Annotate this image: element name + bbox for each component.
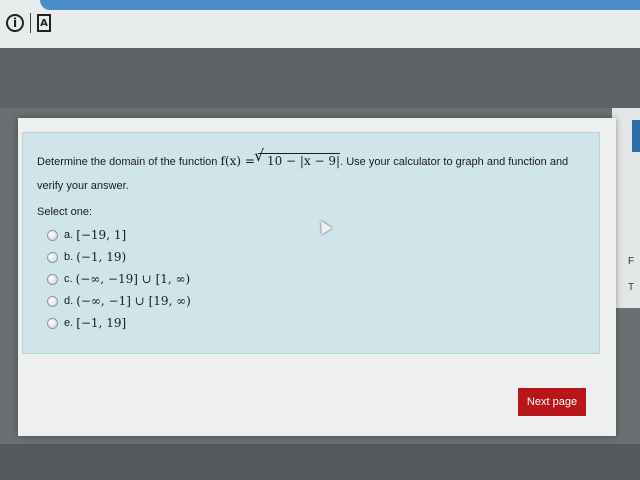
top-bar: i A bbox=[0, 0, 640, 49]
option-letter: a. bbox=[64, 229, 74, 241]
toolbar-icons: i A bbox=[6, 12, 51, 34]
side-panel-text-1: F bbox=[628, 256, 635, 267]
header-band bbox=[0, 48, 640, 108]
option-d[interactable]: d. (−∞, −1] ∪ [19, ∞) bbox=[47, 290, 585, 312]
next-page-button[interactable]: Next page bbox=[518, 388, 586, 416]
question-card: Determine the domain of the function f(x… bbox=[18, 118, 616, 436]
question-text-before: Determine the domain of the function bbox=[37, 156, 218, 168]
radio-button-d[interactable] bbox=[47, 295, 58, 307]
radio-button-a[interactable] bbox=[47, 229, 58, 241]
option-value: [−19, 1] bbox=[76, 228, 127, 242]
toolbar-divider bbox=[30, 13, 31, 33]
radio-button-c[interactable] bbox=[47, 273, 58, 285]
function-radicand: 10 − |x − 9| bbox=[254, 149, 341, 168]
info-icon[interactable]: i bbox=[6, 14, 24, 32]
question-box: Determine the domain of the function f(x… bbox=[22, 132, 600, 354]
option-e[interactable]: e. [−1, 19] bbox=[47, 312, 585, 334]
option-letter: e. bbox=[64, 317, 74, 329]
option-value: [−1, 19] bbox=[76, 316, 127, 330]
document-icon-glyph: A bbox=[40, 17, 48, 29]
side-panel-tab[interactable] bbox=[632, 120, 640, 152]
document-icon[interactable]: A bbox=[37, 14, 51, 32]
top-accent-bar bbox=[40, 0, 640, 10]
select-one-label: Select one: bbox=[37, 206, 93, 218]
answer-options: a. [−19, 1] b. (−1, 19) c. (−∞, −19] ∪ [… bbox=[37, 224, 585, 334]
option-value: (−1, 19) bbox=[76, 250, 127, 264]
option-letter: b. bbox=[64, 251, 74, 263]
radio-button-e[interactable] bbox=[47, 317, 58, 329]
radio-button-b[interactable] bbox=[47, 251, 58, 263]
option-c[interactable]: c. (−∞, −19] ∪ [1, ∞) bbox=[47, 268, 585, 290]
option-value: (−∞, −1] ∪ [19, ∞) bbox=[76, 294, 191, 308]
question-text: Determine the domain of the function f(x… bbox=[37, 149, 585, 198]
function-lhs: f(x) = bbox=[220, 154, 255, 168]
footer-band bbox=[0, 444, 640, 480]
side-panel-text-2: T bbox=[628, 282, 635, 293]
option-letter: c. bbox=[64, 273, 73, 285]
option-a[interactable]: a. [−19, 1] bbox=[47, 224, 585, 246]
option-letter: d. bbox=[64, 295, 74, 307]
option-b[interactable]: b. (−1, 19) bbox=[47, 246, 585, 268]
option-value: (−∞, −19] ∪ [1, ∞) bbox=[75, 272, 191, 286]
